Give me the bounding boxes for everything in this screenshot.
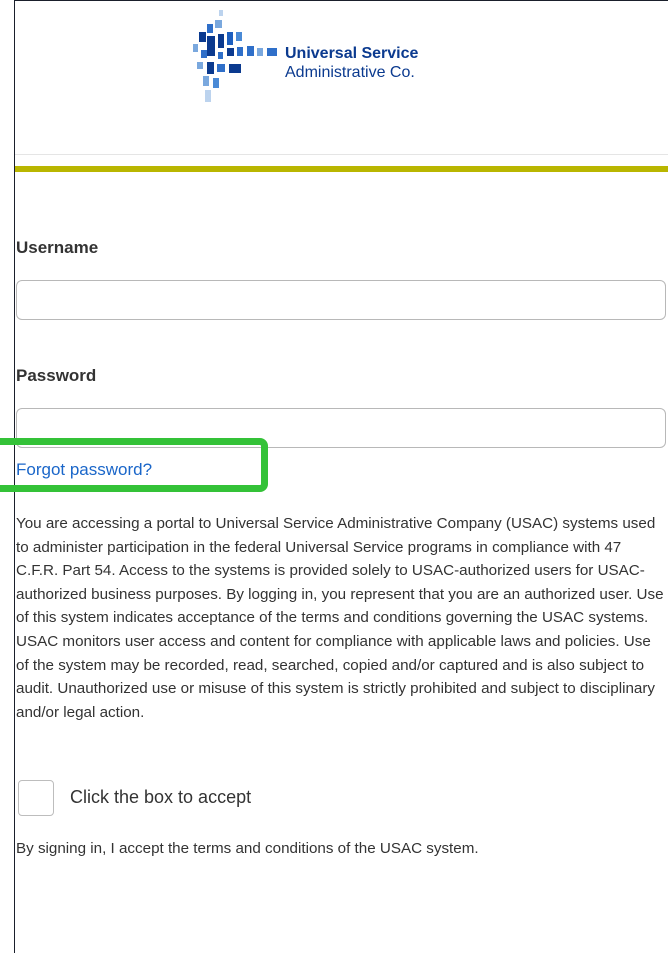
header-divider bbox=[15, 154, 668, 155]
logo-subtitle: Administrative Co. bbox=[285, 64, 415, 81]
password-label: Password bbox=[16, 366, 97, 385]
accept-terms-checkbox[interactable] bbox=[18, 780, 54, 816]
forgot-password-highlight bbox=[0, 438, 268, 492]
accept-terms-label[interactable]: Click the box to accept bbox=[70, 787, 251, 808]
signing-terms-note: By signing in, I accept the terms and co… bbox=[16, 840, 479, 857]
logo-title: Universal Service bbox=[285, 45, 419, 62]
usac-logo-icon bbox=[193, 10, 277, 102]
usac-logo-wordmark: Universal Service Administrative Co. bbox=[285, 44, 418, 82]
accent-bar bbox=[15, 166, 668, 172]
username-input[interactable] bbox=[16, 280, 666, 320]
usac-logo: Universal Service Administrative Co. bbox=[185, 10, 485, 110]
legal-disclaimer: You are accessing a portal to Universal … bbox=[16, 515, 664, 721]
username-label: Username bbox=[16, 238, 99, 257]
page-border-top bbox=[14, 0, 668, 1]
